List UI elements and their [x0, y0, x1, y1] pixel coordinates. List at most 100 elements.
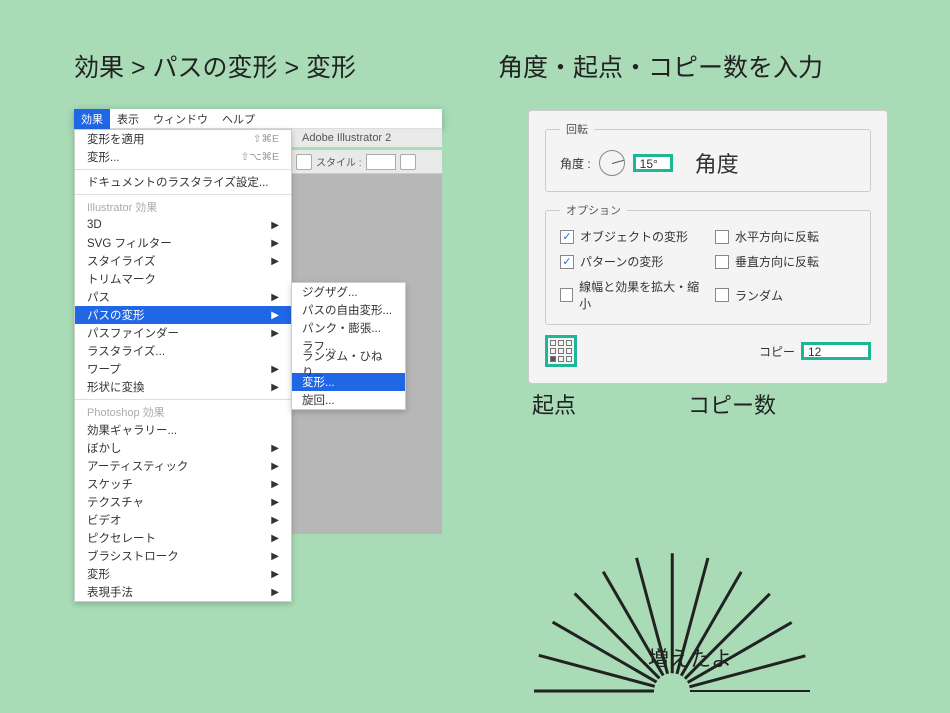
checkbox-icon — [715, 288, 729, 302]
menubar: 効果 表示 ウィンドウ ヘルプ — [74, 109, 442, 129]
menu-rasterize-settings[interactable]: ドキュメントのラスタライズ設定... — [75, 173, 291, 191]
menubar-item-view[interactable]: 表示 — [110, 109, 146, 129]
chk-scale-stroke[interactable]: 線幅と効果を拡大・縮小 — [560, 278, 701, 312]
menu-warp[interactable]: ワープ▶ — [75, 360, 291, 378]
menu-pathfinder[interactable]: パスファインダー▶ — [75, 324, 291, 342]
checkbox-icon — [560, 230, 574, 244]
tool-button-a[interactable] — [296, 154, 312, 170]
label: スケッチ — [87, 476, 133, 492]
separator — [75, 194, 291, 195]
label: 変形 — [87, 566, 110, 582]
rotation-group: 回転 角度 : 15° 角度 — [545, 121, 871, 192]
submenu-arrow-icon: ▶ — [271, 461, 279, 472]
menu-gallery[interactable]: 効果ギャラリー... — [75, 421, 291, 439]
menu-artistic2[interactable]: 表現手法 ▶ — [75, 583, 291, 601]
submenu-arrow-icon: ▶ — [271, 569, 279, 580]
chk-reflect-h[interactable]: 水平方向に反転 — [715, 228, 856, 245]
heading-left: 効果 > パスの変形 > 変形 — [74, 48, 356, 84]
chk-transform-object[interactable]: オブジェクトの変形 — [560, 228, 701, 245]
menu-blur[interactable]: ぼかし▶ — [75, 439, 291, 457]
menu-brush[interactable]: ブラシストローク▶ — [75, 547, 291, 565]
style-label: スタイル : — [316, 154, 362, 169]
submenu-zigzag[interactable]: ジグザグ... — [292, 283, 405, 301]
submenu-arrow-icon: ▶ — [271, 238, 279, 249]
menu-distort2[interactable]: 変形 ▶ — [75, 565, 291, 583]
submenu-arrow-icon: ▶ — [271, 515, 279, 526]
shortcut: ⇧⌘E — [253, 133, 279, 145]
secondary-toolbar: スタイル : — [292, 150, 442, 174]
label: ビデオ — [87, 512, 122, 528]
angle-input[interactable]: 15° — [633, 154, 673, 172]
ray — [534, 690, 654, 693]
style-select[interactable] — [366, 154, 396, 170]
label: 3D — [87, 219, 102, 231]
submenu-twist[interactable]: ランダム・ひねり... — [292, 355, 405, 373]
menu-path[interactable]: パス▶ — [75, 288, 291, 306]
menu-svg-filter[interactable]: SVG フィルター▶ — [75, 234, 291, 252]
menubar-item-help[interactable]: ヘルプ — [215, 109, 262, 129]
options-legend: オプション — [560, 202, 627, 218]
menu-trim-marks[interactable]: トリムマーク — [75, 270, 291, 288]
submenu-arrow-icon: ▶ — [271, 587, 279, 598]
submenu-pucker[interactable]: パンク・膨張... — [292, 319, 405, 337]
submenu-free[interactable]: パスの自由変形... — [292, 301, 405, 319]
menu-texture[interactable]: テクスチャ▶ — [75, 493, 291, 511]
submenu-arrow-icon: ▶ — [271, 310, 279, 321]
submenu-arrow-icon: ▶ — [271, 292, 279, 303]
menu-header-photoshop: Photoshop 効果 — [75, 403, 291, 421]
submenu-arrow-icon: ▶ — [271, 220, 279, 231]
menu-3d[interactable]: 3D ▶ — [75, 216, 291, 234]
label: パスの変形 — [87, 307, 145, 323]
chk-transform-pattern[interactable]: パターンの変形 — [560, 253, 701, 270]
checkbox-icon — [715, 255, 729, 269]
label: スタイライズ — [87, 253, 156, 269]
submenu-arrow-icon: ▶ — [271, 533, 279, 544]
label: オブジェクトの変形 — [580, 228, 688, 245]
shortcut: ⇧⌥⌘E — [241, 151, 279, 163]
submenu-arrow-icon: ▶ — [271, 443, 279, 454]
label: 垂直方向に反転 — [735, 253, 819, 270]
menu-apply-transform[interactable]: 変形を適用 ⇧⌘E — [75, 130, 291, 148]
menu-stylize[interactable]: スタイライズ▶ — [75, 252, 291, 270]
origin-picker[interactable] — [545, 335, 577, 367]
menu-pixelate[interactable]: ピクセレート▶ — [75, 529, 291, 547]
submenu-arrow-icon: ▶ — [271, 328, 279, 339]
menu-rasterize[interactable]: ラスタライズ... — [75, 342, 291, 360]
tool-button-b[interactable] — [400, 154, 416, 170]
checkbox-icon — [560, 288, 573, 302]
label: ワープ — [87, 361, 121, 377]
menubar-item-effect[interactable]: 効果 — [74, 109, 110, 129]
menu-video[interactable]: ビデオ ▶ — [75, 511, 291, 529]
label: 形状に変換 — [87, 379, 145, 395]
label: 効果ギャラリー... — [87, 422, 177, 438]
separator — [75, 169, 291, 170]
angle-label: 角度 : — [560, 155, 591, 172]
menubar-item-window[interactable]: ウィンドウ — [146, 109, 215, 129]
label: ブラシストローク — [87, 548, 179, 564]
label: 表現手法 — [87, 584, 133, 600]
submenu-rotate[interactable]: 旋回... — [292, 391, 405, 409]
label: トリムマーク — [87, 271, 156, 287]
angle-dial[interactable] — [599, 150, 625, 176]
separator — [75, 399, 291, 400]
chk-reflect-v[interactable]: 垂直方向に反転 — [715, 253, 856, 270]
copy-input[interactable]: 12 — [801, 342, 871, 360]
checkbox-icon — [715, 230, 729, 244]
chk-random[interactable]: ランダム — [715, 278, 856, 312]
label: Illustrator 効果 — [87, 199, 157, 215]
menu-sketch[interactable]: スケッチ ▶ — [75, 475, 291, 493]
checkbox-icon — [560, 255, 574, 269]
menu-convert-shape[interactable]: 形状に変換 ▶ — [75, 378, 291, 396]
menu-artistic[interactable]: アーティスティック ▶ — [75, 457, 291, 475]
label: ドキュメントのラスタライズ設定... — [87, 174, 269, 190]
menu-path-distort[interactable]: パスの変形 ▶ — [75, 306, 291, 324]
submenu-arrow-icon: ▶ — [271, 382, 279, 393]
label: アーティスティック — [87, 458, 188, 474]
annotation-copies: コピー数 — [688, 388, 776, 420]
ray — [671, 553, 674, 673]
menu-transform[interactable]: 変形... ⇧⌥⌘E — [75, 148, 291, 166]
transform-dialog: 回転 角度 : 15° 角度 オプション オブジェクトの変形 水平方向に反転 パ… — [528, 110, 888, 384]
radial-illustration: 増えたよ — [470, 440, 910, 700]
submenu-arrow-icon: ▶ — [271, 479, 279, 490]
menu-header-illustrator: Illustrator 効果 — [75, 198, 291, 216]
